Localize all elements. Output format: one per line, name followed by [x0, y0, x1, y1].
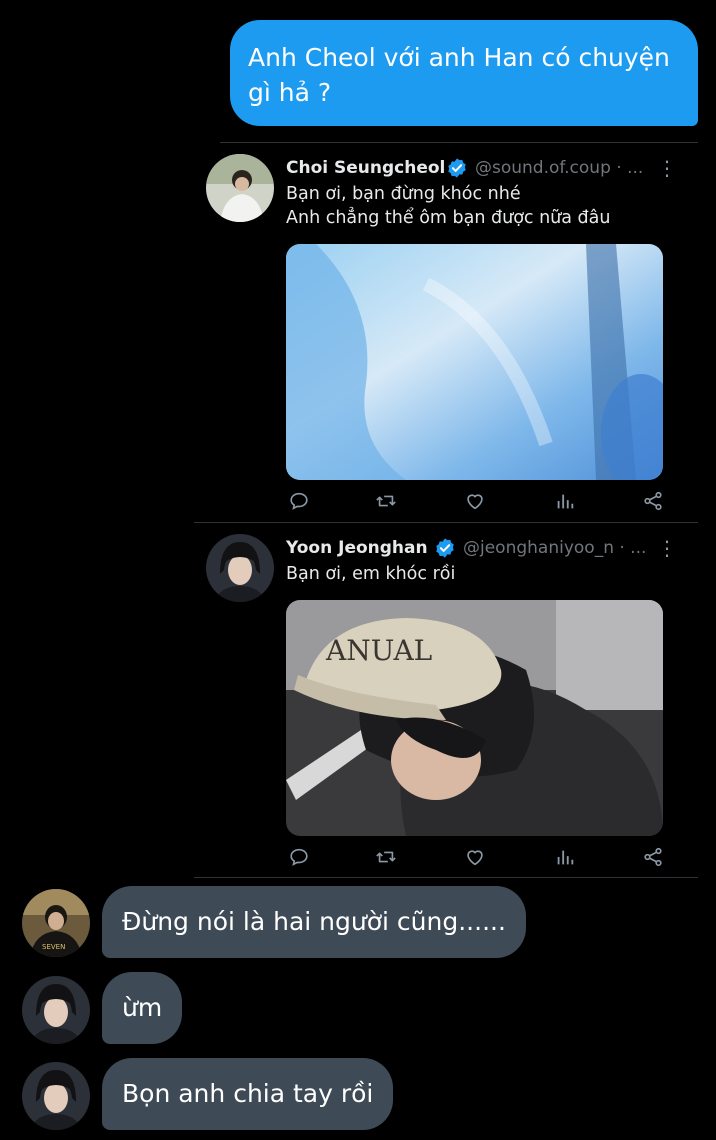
tweet-author-name[interactable]: Choi Seungcheol [286, 158, 445, 178]
views-icon[interactable] [554, 490, 576, 512]
shared-tweet-card[interactable]: Yoon Jeonghan @jeonghaniyoo_n · ... ⋮ Bạ… [194, 522, 698, 878]
svg-text:ANUAL: ANUAL [325, 634, 432, 667]
share-icon[interactable] [642, 846, 664, 868]
tweet-author-handle: @sound.of.coup · ... [475, 158, 644, 178]
tweet-action-bar [286, 490, 671, 516]
tweet-action-bar [286, 846, 671, 872]
more-options-icon[interactable]: ⋮ [657, 156, 677, 180]
incoming-message-text: Bọn anh chia tay rồi [122, 1079, 374, 1108]
reply-icon[interactable] [288, 846, 310, 868]
tweet-text: Bạn ơi, em khóc rồi [286, 562, 455, 586]
incoming-message-row: Bọn anh chia tay rồi [22, 1058, 422, 1130]
avatar[interactable] [22, 1062, 90, 1130]
avatar[interactable] [22, 976, 90, 1044]
retweet-icon[interactable] [375, 846, 397, 868]
incoming-message-row: SEVEN Đừng nói là hai người cũng...... [22, 886, 542, 958]
tweet-author-name[interactable]: Yoon Jeonghan [286, 538, 428, 558]
incoming-message-text: Đừng nói là hai người cũng...... [122, 907, 506, 936]
incoming-message-bubble[interactable]: Bọn anh chia tay rồi [102, 1058, 394, 1130]
svg-text:SEVEN: SEVEN [42, 943, 65, 951]
verified-badge-icon [436, 538, 454, 558]
tweet-author-handle: @jeonghaniyoo_n · ... [463, 538, 647, 558]
tweet-media-image[interactable]: ANUAL [286, 600, 663, 836]
incoming-message-row: ừm [22, 972, 222, 1044]
shared-tweet-card[interactable]: Choi Seungcheol @sound.of.coup · ... ⋮ B… [194, 142, 698, 520]
avatar[interactable] [206, 154, 274, 222]
like-icon[interactable] [464, 490, 486, 512]
views-icon[interactable] [554, 846, 576, 868]
divider [194, 877, 698, 878]
more-options-icon[interactable]: ⋮ [657, 536, 677, 560]
avatar[interactable]: SEVEN [22, 889, 90, 957]
outgoing-message-bubble[interactable]: Anh Cheol với anh Han có chuyện gì hả ? [230, 20, 698, 126]
divider [194, 522, 698, 523]
share-icon[interactable] [642, 490, 664, 512]
incoming-message-bubble[interactable]: ừm [102, 972, 183, 1044]
outgoing-message-text: Anh Cheol với anh Han có chuyện gì hả ? [248, 43, 670, 107]
tweet-media-image[interactable] [286, 244, 663, 480]
tweet-text-line: Bạn ơi, bạn đừng khóc nhé [286, 184, 521, 204]
reply-icon[interactable] [288, 490, 310, 512]
tweet-text-line: Anh chẳng thể ôm bạn được nữa đâu [286, 208, 611, 228]
like-icon[interactable] [464, 846, 486, 868]
tweet-text: Bạn ơi, bạn đừng khóc nhé Anh chẳng thể … [286, 182, 611, 230]
verified-badge-icon [448, 158, 466, 178]
incoming-message-bubble[interactable]: Đừng nói là hai người cũng...... [102, 886, 526, 958]
incoming-message-text: ừm [122, 993, 163, 1022]
avatar[interactable] [206, 534, 274, 602]
tweet-text-line: Bạn ơi, em khóc rồi [286, 564, 456, 584]
divider [220, 142, 698, 143]
retweet-icon[interactable] [375, 490, 397, 512]
